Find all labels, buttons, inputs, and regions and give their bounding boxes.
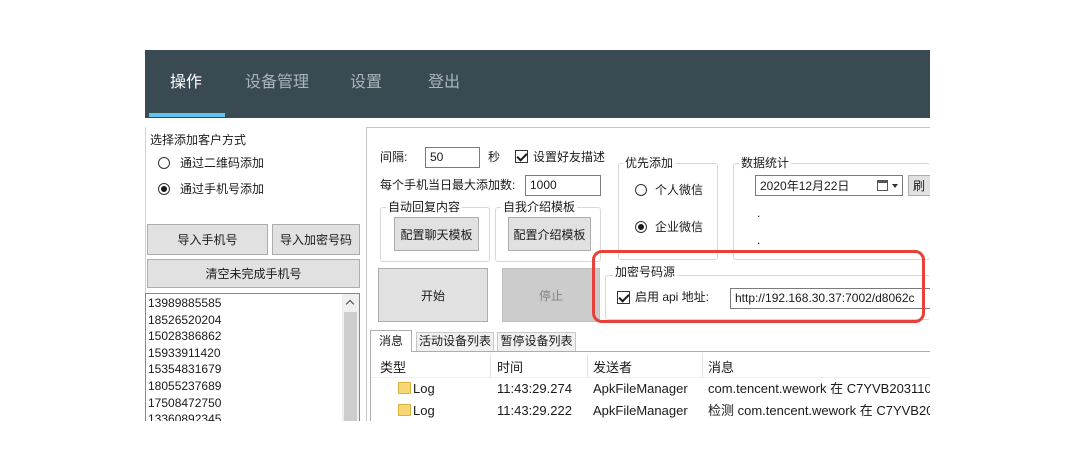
column-header-time[interactable]: 时间	[497, 360, 523, 375]
encrypted-source-title: 加密号码源	[613, 265, 678, 279]
date-picker[interactable]: 2020年12月22日	[755, 175, 903, 196]
scrollbar-thumb[interactable]	[344, 312, 357, 421]
tab-messages[interactable]: 消息	[370, 330, 412, 352]
table-cell-message: 检测 com.tencent.wework 在 C7YVB2031	[708, 403, 930, 418]
stats-line: .	[757, 206, 761, 220]
top-nav: 操作 设备管理 设置 登出	[145, 50, 930, 118]
phone-list-item[interactable]: 15933911420	[148, 345, 221, 362]
column-divider[interactable]	[702, 354, 703, 377]
import-encrypted-button[interactable]: 导入加密号码	[272, 224, 360, 255]
phone-list-item[interactable]: 18055237689	[148, 378, 221, 395]
tab-active-devices[interactable]: 活动设备列表	[416, 332, 494, 351]
table-cell-sender: ApkFileManager	[593, 381, 688, 396]
phone-list-item[interactable]: 15028386862	[148, 328, 221, 345]
add-method-title: 选择添加客户方式	[150, 133, 247, 147]
table-cell-message: com.tencent.wework 在 C7YVB20311014	[708, 381, 930, 396]
nav-item-device-management[interactable]: 设备管理	[245, 72, 309, 94]
table-cell-time: 11:43:29.222	[497, 403, 572, 418]
radio-qrcode[interactable]	[158, 157, 170, 169]
nav-item-settings[interactable]: 设置	[350, 72, 382, 94]
phone-list-item[interactable]: 18526520204	[148, 312, 221, 329]
intro-template-title: 自我介绍模板	[501, 200, 578, 214]
max-add-input[interactable]: 1000	[525, 175, 601, 196]
phone-list-item[interactable]: 13360892345	[148, 411, 221, 421]
nav-item-operation[interactable]: 操作	[170, 72, 202, 94]
table-cell-time: 11:43:29.274	[497, 381, 572, 396]
scroll-up-arrow-icon[interactable]	[345, 299, 355, 309]
app-window: 操作 设备管理 设置 登出 选择添加客户方式 通过二维码添加 通过手机号添加 导…	[145, 50, 930, 421]
table-cell-sender: ApkFileManager	[593, 403, 688, 418]
friend-desc-label[interactable]: 设置好友描述	[533, 150, 605, 164]
log-icon	[398, 382, 411, 394]
chevron-down-icon[interactable]	[892, 184, 898, 188]
phone-list-item[interactable]: 17508472750	[148, 395, 221, 412]
tab-paused-devices[interactable]: 暂停设备列表	[497, 332, 576, 351]
config-chat-template-button[interactable]: 配置聊天模板	[394, 217, 479, 251]
radio-enterprise-wechat-label[interactable]: 企业微信	[655, 220, 703, 234]
log-icon	[398, 404, 411, 416]
date-value: 2020年12月22日	[760, 179, 850, 193]
nav-item-logout[interactable]: 登出	[428, 72, 460, 94]
phone-number-list[interactable]: 13989885585 18526520204 15028386862 1593…	[145, 293, 360, 421]
column-header-type[interactable]: 类型	[380, 360, 406, 375]
interval-unit: 秒	[488, 150, 501, 164]
enable-api-checkbox[interactable]	[617, 291, 630, 304]
table-cell-type: Log	[413, 381, 435, 396]
import-phone-button[interactable]: 导入手机号	[147, 224, 268, 255]
friend-desc-checkbox[interactable]	[515, 150, 528, 163]
phone-list-items: 13989885585 18526520204 15028386862 1593…	[148, 295, 221, 421]
auto-reply-title: 自动回复内容	[386, 200, 463, 214]
phone-list-item[interactable]: 15354831679	[148, 361, 221, 378]
enable-api-label[interactable]: 启用 api 地址:	[635, 290, 709, 304]
api-url-input[interactable]: http://192.168.30.37:7002/d8062c	[730, 288, 930, 309]
table-cell-type: Log	[413, 403, 435, 418]
active-nav-indicator	[149, 113, 225, 117]
interval-input[interactable]: 50	[425, 147, 480, 168]
header-divider	[371, 377, 930, 378]
radio-phone-number[interactable]	[158, 183, 170, 195]
list-scrollbar[interactable]	[342, 294, 359, 421]
radio-personal-wechat-label[interactable]: 个人微信	[655, 183, 703, 197]
max-add-label: 每个手机当日最大添加数:	[380, 178, 516, 192]
phone-list-item[interactable]: 13989885585	[148, 295, 221, 312]
column-header-sender[interactable]: 发送者	[593, 360, 632, 375]
priority-group	[618, 163, 718, 260]
priority-title: 优先添加	[623, 156, 676, 170]
refresh-button[interactable]: 刷	[908, 175, 930, 196]
stats-title: 数据统计	[739, 156, 792, 170]
column-header-message[interactable]: 消息	[708, 360, 734, 375]
stop-button[interactable]: 停止	[502, 268, 600, 322]
clear-unfinished-button[interactable]: 清空未完成手机号	[147, 259, 360, 288]
radio-enterprise-wechat[interactable]	[635, 221, 647, 233]
interval-label: 间隔:	[380, 150, 408, 164]
start-button[interactable]: 开始	[378, 268, 488, 322]
column-divider[interactable]	[490, 354, 491, 377]
radio-phone-number-label[interactable]: 通过手机号添加	[180, 182, 264, 196]
config-intro-template-button[interactable]: 配置介绍模板	[508, 217, 591, 251]
stats-line: .	[757, 233, 761, 247]
calendar-icon[interactable]	[877, 180, 888, 191]
radio-personal-wechat[interactable]	[635, 184, 647, 196]
column-divider[interactable]	[587, 354, 588, 377]
radio-qrcode-label[interactable]: 通过二维码添加	[180, 156, 264, 170]
